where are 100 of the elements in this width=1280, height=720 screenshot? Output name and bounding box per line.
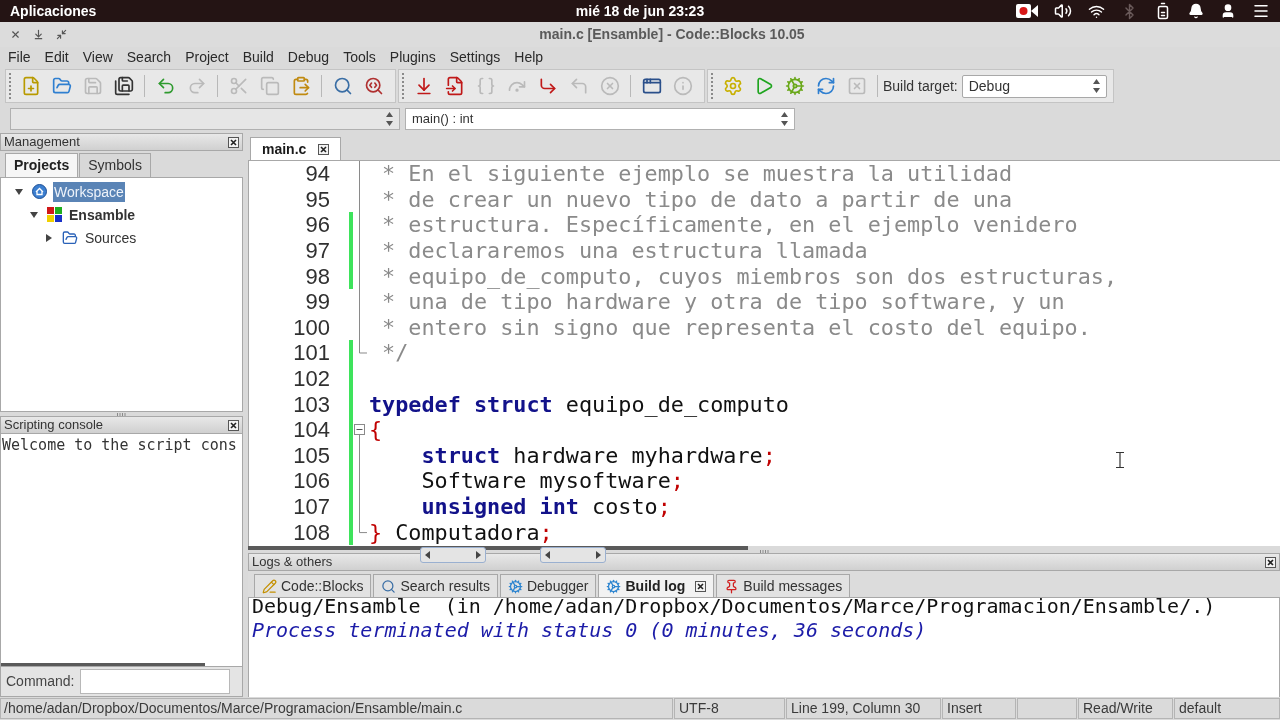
horizontal-scrollbar[interactable]	[1, 663, 205, 666]
line-number: 102	[293, 366, 330, 392]
log-tab[interactable]: Build log	[598, 574, 715, 597]
mini-scrollbar[interactable]	[420, 547, 486, 563]
collapse-icon[interactable]	[354, 423, 365, 443]
close-icon[interactable]	[695, 580, 707, 592]
log-line: Process terminated with status 0 (0 minutes, 36 seconds)	[252, 618, 928, 642]
tree-item[interactable]: Sources	[84, 227, 138, 248]
line-number: 101	[293, 340, 330, 366]
video-camera-icon[interactable]	[1016, 4, 1038, 18]
line-number: 96	[305, 212, 330, 238]
close-icon[interactable]	[1265, 556, 1276, 568]
code-line: typedef struct equipo_de_computo	[369, 391, 789, 417]
line-number: 103	[293, 391, 330, 417]
code-line: * equipo_de_computo, cuyos miembros son dos estructuras,	[381, 263, 1117, 289]
code-line: * declararemos una estructura llamada	[381, 238, 868, 264]
status-profile: default	[1174, 698, 1280, 719]
line-number: 106	[293, 468, 330, 494]
floppy-icon	[82, 76, 103, 96]
magnifier-code-icon	[363, 76, 384, 96]
restore-button[interactable]	[56, 29, 67, 40]
menu-item[interactable]: Tools	[336, 47, 383, 68]
cog-icon	[784, 76, 805, 96]
splitter-grip-icon[interactable]	[759, 550, 769, 553]
spinner-arrows-icon	[386, 111, 393, 126]
menu-item[interactable]: Help	[507, 47, 551, 68]
toolbar-grip[interactable]	[402, 73, 405, 99]
i-beam-cursor-icon	[1116, 452, 1124, 468]
close-icon	[10, 29, 21, 40]
applications-menu[interactable]: Aplicaciones	[10, 0, 97, 22]
menu-item[interactable]: Build	[235, 47, 281, 68]
menu-item[interactable]: Debug	[280, 47, 337, 68]
editor-tab[interactable]: main.c	[250, 137, 342, 160]
folder-icon	[62, 229, 78, 246]
folder-open-icon	[51, 76, 72, 96]
triangle-icon[interactable]	[30, 210, 38, 219]
log-line: Debug/Ensamble (in /home/adan/Dropbox/Documentos/Marce/Programacion/Ensamble/.)	[252, 598, 1217, 618]
log-tab[interactable]: Debugger	[499, 574, 597, 597]
toolbar-grip[interactable]	[9, 73, 12, 99]
tree-item[interactable]: Workspace	[53, 181, 125, 202]
line-number: 98	[305, 263, 330, 289]
console-text: Welcome to the script cons	[1, 435, 238, 456]
clock[interactable]: mié 18 de jun 23:23	[575, 0, 705, 22]
close-icon[interactable]	[318, 143, 330, 155]
volume-icon[interactable]	[1054, 2, 1072, 20]
menu-item[interactable]: Edit	[37, 47, 76, 68]
command-input-field[interactable]	[80, 669, 231, 694]
menu-item[interactable]: File	[1, 47, 38, 68]
line-number: 99	[305, 289, 330, 315]
menu-item[interactable]: Plugins	[382, 47, 443, 68]
menu-item[interactable]: View	[75, 47, 120, 68]
menu-item[interactable]: Search	[119, 47, 179, 68]
status-position: Line 199, Column 30	[786, 698, 941, 719]
pin-icon	[724, 578, 740, 594]
close-button[interactable]	[10, 29, 21, 40]
spinner-arrows-icon	[1092, 79, 1100, 93]
file-arrow-icon	[444, 76, 465, 96]
menu-item[interactable]: Project	[178, 47, 236, 68]
toolbar-grip[interactable]	[711, 73, 714, 99]
cog-icon	[606, 578, 622, 594]
undo-icon	[155, 76, 176, 96]
menu-item[interactable]: Settings	[442, 47, 508, 68]
status-access: Read/Write	[1078, 698, 1173, 719]
menu-icon[interactable]	[1252, 2, 1270, 20]
floppies-icon	[113, 76, 134, 96]
pencil-icon	[262, 578, 277, 594]
caret-right-icon	[596, 551, 601, 559]
close-icon[interactable]	[228, 136, 239, 148]
search-icon	[332, 76, 353, 96]
close-icon[interactable]	[228, 419, 239, 431]
log-tab[interactable]: Search results	[373, 574, 498, 597]
mini-scrollbar[interactable]	[540, 547, 606, 563]
code-line: {	[369, 417, 383, 443]
tab[interactable]: Projects	[5, 153, 79, 177]
tree-item[interactable]: Ensamble	[68, 204, 137, 225]
copy-icon	[259, 76, 280, 96]
caret-left-icon	[425, 551, 430, 559]
tab[interactable]: Symbols	[79, 153, 151, 177]
line-number: 95	[305, 186, 330, 212]
user-icon[interactable]	[1220, 3, 1236, 19]
line-number: 104	[293, 417, 330, 443]
line-number: 107	[293, 494, 330, 519]
function-dropdown[interactable]: main() : int	[405, 107, 795, 130]
log-tab[interactable]: Code::Blocks	[254, 574, 372, 597]
code-editor[interactable]	[248, 161, 1280, 546]
bell-icon[interactable]	[1188, 3, 1204, 19]
build-target-dropdown[interactable]: Debug	[961, 74, 1107, 98]
squares-icon	[47, 207, 62, 222]
code-line: * de crear un nuevo tipo de dato a partir de una	[381, 186, 1013, 212]
minimize-button[interactable]	[33, 29, 44, 40]
splitter-grip-icon[interactable]	[117, 412, 126, 416]
triangle-icon[interactable]	[45, 233, 53, 242]
log-tab[interactable]: Build messages	[716, 574, 851, 597]
code-line: struct hardware myhardware;	[420, 442, 776, 468]
line-number: 105	[293, 442, 330, 468]
line-number: 100	[293, 314, 330, 340]
code-line: unsigned int costo;	[420, 494, 671, 519]
window-icon	[641, 76, 662, 96]
code-line: } Computadora;	[369, 519, 553, 545]
triangle-icon[interactable]	[15, 187, 23, 196]
